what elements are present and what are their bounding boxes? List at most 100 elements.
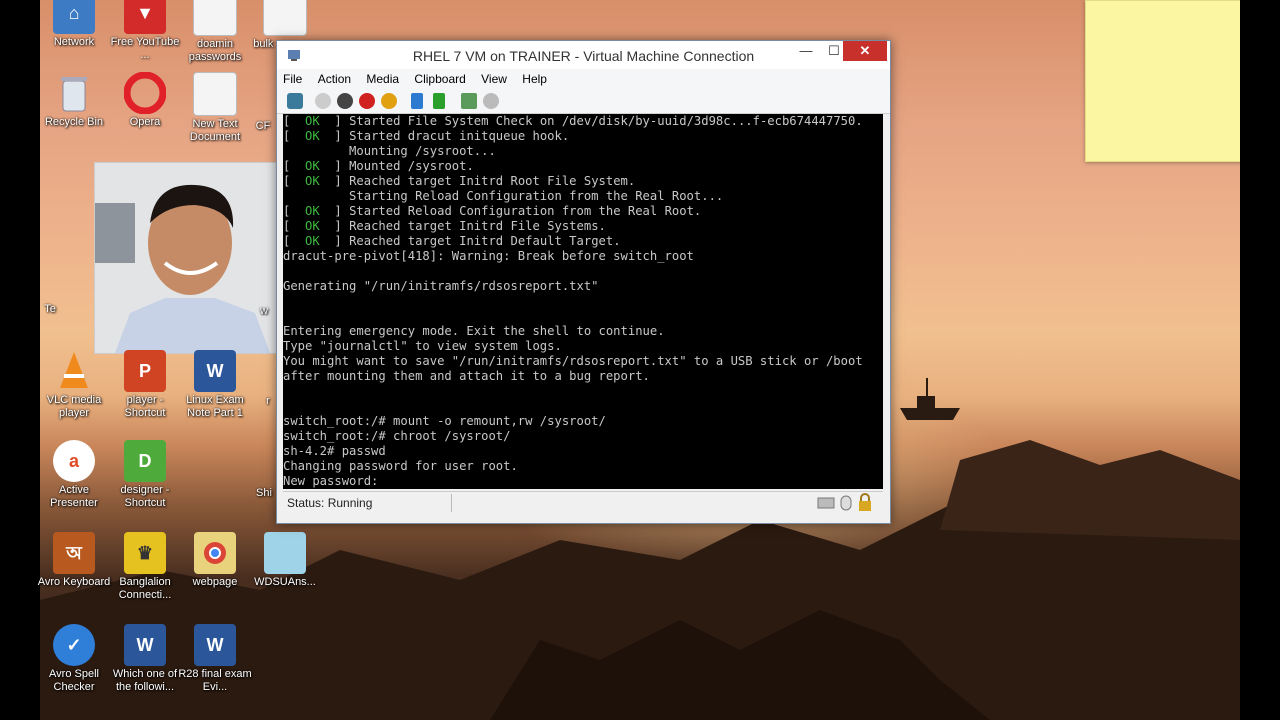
vm-connection-window[interactable]: RHEL 7 VM on TRAINER - Virtual Machine C…	[276, 40, 891, 524]
console-line: [ OK ] Reached target Initrd Root File S…	[283, 174, 636, 188]
console-text: Reached target Initrd Default Target.	[349, 234, 621, 248]
console-line: [ OK ] Started File System Check on /dev…	[283, 114, 863, 128]
desktop-icon-label: Network	[53, 36, 95, 48]
console-line: [ OK ] Started dracut initqueue hook.	[283, 129, 570, 143]
desktop-icon-avro-keyboard[interactable]: অ Avro Keyboard	[37, 532, 111, 589]
word-document-icon: W	[194, 624, 236, 666]
menu-help[interactable]: Help	[516, 69, 553, 86]
desktop-icon-partial: Te	[44, 303, 56, 315]
recycle-bin-icon	[53, 72, 95, 114]
ok-status: OK	[290, 174, 335, 188]
console-text: sh-4.2# passwd	[283, 444, 386, 458]
console-line: Changing password for user root.	[283, 459, 883, 474]
turn-off-icon[interactable]	[337, 93, 353, 109]
close-button[interactable]: ✕	[843, 41, 887, 61]
checkpoint-icon[interactable]	[461, 93, 477, 109]
console-line: dracut-pre-pivot[418]: Warning: Break be…	[283, 249, 883, 264]
ok-status: OK	[290, 159, 335, 173]
desktop-icon-label: VLC media player	[46, 394, 102, 419]
console-line: switch_root:/# mount -o remount,rw /sysr…	[283, 414, 883, 429]
desktop-icon-banglalion[interactable]: ♛ Banglalion Connecti...	[108, 532, 182, 602]
network-icon: ⌂	[53, 0, 95, 34]
word-document-icon: W	[194, 350, 236, 392]
desktop-icon-label: Recycle Bin	[44, 116, 104, 128]
menu-action[interactable]: Action	[312, 69, 357, 86]
desktop-icon-partial: Shi	[256, 487, 272, 499]
console-line: Generating "/run/initramfs/rdsosreport.t…	[283, 279, 883, 294]
desktop-icon-label: Linux Exam Note Part 1	[186, 394, 244, 419]
console-line: [ OK ] Mounted /sysroot.	[283, 159, 474, 173]
pause-icon[interactable]	[411, 93, 423, 109]
desktop-icon-recycle-bin[interactable]: Recycle Bin	[37, 72, 111, 129]
save-state-icon[interactable]	[381, 93, 397, 109]
ok-status: OK	[290, 204, 335, 218]
desktop-icon-vlc[interactable]: VLC media player	[37, 350, 111, 420]
profile-photo	[94, 162, 286, 354]
console-text: Generating "/run/initramfs/rdsosreport.t…	[283, 279, 599, 293]
desktop-icon-active-presenter[interactable]: a Active Presenter	[37, 440, 111, 510]
minimize-button[interactable]: —	[793, 41, 819, 61]
console-text: Type "journalctl" to view system logs.	[283, 339, 562, 353]
menu-bar: File Action Media Clipboard View Help	[277, 69, 890, 89]
console-line: New password:	[283, 474, 883, 489]
desktop-icon-free-youtube[interactable]: ▼ Free YouTube ...	[108, 0, 182, 62]
console-line: Mounting /sysroot...	[283, 144, 883, 159]
desktop-icon-which-one[interactable]: W Which one of the followi...	[108, 624, 182, 694]
desktop-icon-label: R28 final exam Evi...	[178, 668, 252, 693]
desktop-icon-linux-exam-note[interactable]: W Linux Exam Note Part 1	[178, 350, 252, 420]
ctrl-alt-del-icon[interactable]	[287, 93, 303, 109]
title-bar[interactable]: RHEL 7 VM on TRAINER - Virtual Machine C…	[277, 41, 890, 69]
lock-icon	[859, 493, 871, 511]
console-line: Type "journalctl" to view system logs.	[283, 339, 883, 354]
desktop-icon-player-shortcut[interactable]: P player - Shortcut	[108, 350, 182, 420]
sticky-note[interactable]	[1085, 0, 1240, 162]
desktop-icon-label: player - Shortcut	[124, 394, 166, 419]
desktop-icon-designer-shortcut[interactable]: D designer - Shortcut	[108, 440, 182, 510]
console-text: Mounted /sysroot.	[349, 159, 474, 173]
desktop-icon-label: Free YouTube ...	[110, 36, 180, 61]
document-icon	[264, 532, 306, 574]
avro-keyboard-icon: অ	[53, 532, 95, 574]
start-icon[interactable]	[315, 93, 331, 109]
menu-media[interactable]: Media	[360, 69, 405, 86]
desktop-icon-label: Active Presenter	[50, 484, 98, 509]
desktop-icon-label: New Text Document	[189, 118, 241, 143]
menu-clipboard[interactable]: Clipboard	[408, 69, 471, 86]
right-letterbox	[1240, 0, 1280, 720]
youtube-downloader-icon: ▼	[124, 0, 166, 34]
designer-icon: D	[124, 440, 166, 482]
desktop-icon-opera[interactable]: Opera	[108, 72, 182, 129]
console-text: Mounting /sysroot...	[283, 144, 496, 158]
desktop-icon-label: WDSUAns...	[254, 576, 316, 588]
desktop-icon-avro-spell-checker[interactable]: ✓ Avro Spell Checker	[37, 624, 111, 694]
desktop-icon-doamin-passwords[interactable]: doamin passwords	[178, 0, 252, 64]
status-bar: Status: Running	[283, 491, 883, 514]
opera-icon	[124, 72, 166, 114]
console-line: Starting Reload Configuration from the R…	[283, 189, 883, 204]
revert-icon[interactable]	[483, 93, 499, 109]
console-line: switch_root:/# chroot /sysroot/	[283, 429, 883, 444]
vm-console-screen[interactable]: [ OK ] Started File System Check on /dev…	[283, 114, 883, 489]
shut-down-icon[interactable]	[359, 93, 375, 109]
desktop-icon-wdsuans[interactable]: WDSUAns...	[248, 532, 322, 589]
desktop-icon-new-text-document[interactable]: New Text Document	[178, 72, 252, 144]
menu-view[interactable]: View	[475, 69, 513, 86]
console-text: Entering emergency mode. Exit the shell …	[283, 324, 665, 338]
desktop-icon-partial: r	[266, 395, 270, 407]
banglalion-icon: ♛	[124, 532, 166, 574]
menu-file[interactable]: File	[277, 69, 308, 86]
desktop-icon-label: Which one of the followi...	[112, 668, 178, 693]
resume-icon[interactable]	[433, 93, 445, 109]
console-line: sh-4.2# passwd	[283, 444, 883, 459]
mouse-icon	[840, 495, 852, 511]
desktop-icon-r28-final[interactable]: W R28 final exam Evi...	[178, 624, 252, 694]
status-text: Status: Running	[287, 496, 373, 510]
left-letterbox	[0, 0, 40, 720]
desktop-icon-webpage[interactable]: webpage	[178, 532, 252, 589]
desktop-icon-partial: CF	[255, 120, 271, 132]
desktop-icon-network[interactable]: ⌂ Network	[37, 0, 111, 49]
desktop-icon-label: doamin passwords	[188, 38, 242, 63]
